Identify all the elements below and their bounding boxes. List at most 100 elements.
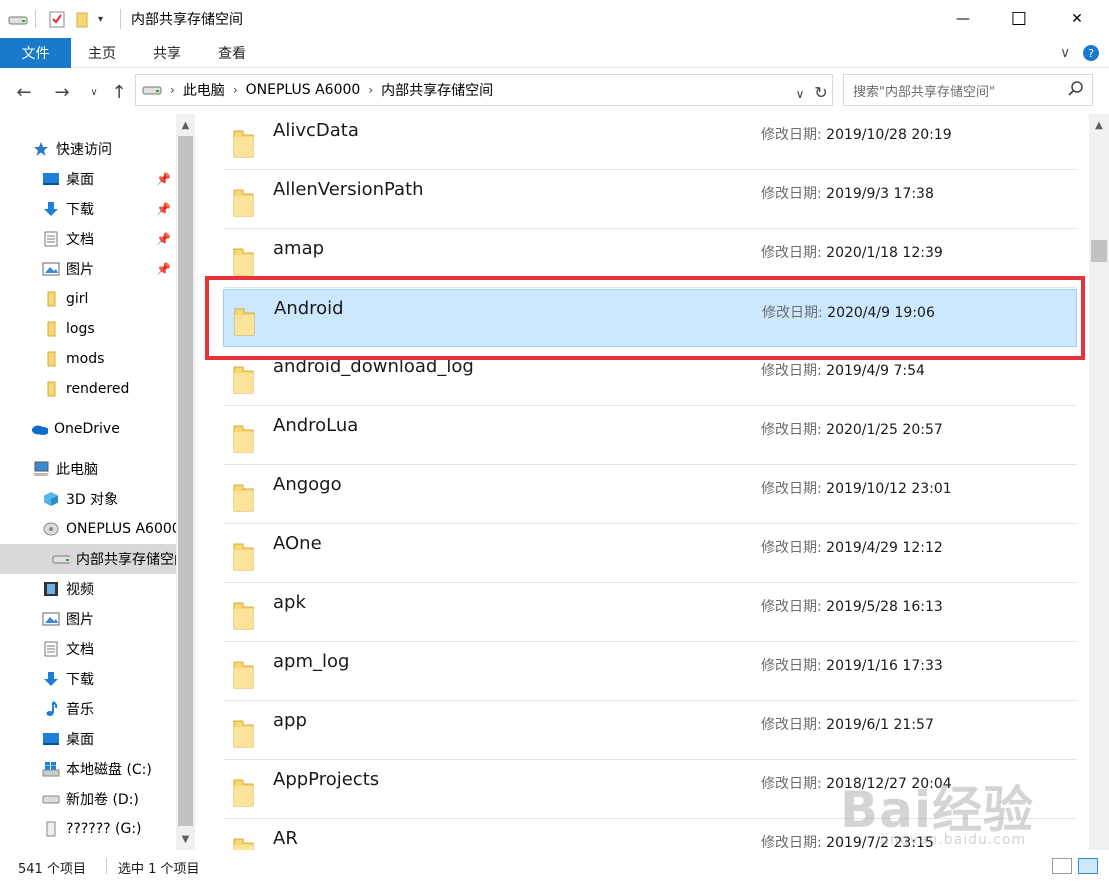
expand-ribbon-chevron-icon[interactable]: ∨ — [1060, 38, 1070, 68]
title-divider — [120, 9, 121, 29]
file-modified-date: 修改日期: 2019/7/2 23:15 — [761, 832, 934, 850]
sidebar-item-desktop-pinned[interactable]: 桌面 📌 — [0, 164, 176, 194]
sidebar-item-downloads[interactable]: 下载 — [0, 664, 176, 694]
tab-share[interactable]: 共享 — [153, 38, 181, 68]
file-modified-date: 修改日期: 2018/12/27 20:04 — [761, 773, 952, 793]
sidebar-item-logs[interactable]: logs — [0, 314, 176, 344]
scroll-up-arrow-icon[interactable]: ▲ — [176, 116, 195, 134]
file-modified-date: 修改日期: 2019/10/28 20:19 — [761, 124, 952, 144]
help-icon[interactable]: ? — [1082, 38, 1100, 68]
file-row[interactable]: apm_log 修改日期: 2019/1/16 17:33 — [223, 643, 1077, 701]
file-modified-date: 修改日期: 2020/1/25 20:57 — [761, 419, 943, 439]
search-input[interactable]: 搜索"内部共享存储空间" — [843, 74, 1093, 106]
modified-date-label: 修改日期: — [761, 422, 822, 438]
modified-date-value: 2019/7/2 23:15 — [826, 835, 934, 850]
sidebar-item-downloads-pinned[interactable]: 下载 📌 — [0, 194, 176, 224]
sidebar-item-desktop[interactable]: 桌面 — [0, 724, 176, 754]
pin-icon[interactable]: 📌 — [156, 202, 171, 216]
properties-icon[interactable] — [48, 9, 66, 29]
file-row[interactable]: apk 修改日期: 2019/5/28 16:13 — [223, 584, 1077, 642]
file-row[interactable]: AR 修改日期: 2019/7/2 23:15 — [223, 820, 1077, 850]
sidebar-item-onedrive[interactable]: OneDrive — [0, 414, 176, 444]
file-list-scroll-thumb[interactable] — [1091, 240, 1107, 262]
file-row[interactable]: AOne 修改日期: 2019/4/29 12:12 — [223, 525, 1077, 583]
file-row[interactable]: app 修改日期: 2019/6/1 21:57 — [223, 702, 1077, 760]
folder-icon — [231, 660, 255, 689]
pin-icon[interactable]: 📌 — [156, 172, 171, 186]
close-button[interactable]: ✕ — [1054, 0, 1100, 38]
scroll-up-arrow-icon[interactable]: ▲ — [1089, 116, 1109, 134]
sidebar-scroll-thumb[interactable] — [178, 136, 193, 826]
drive-icon[interactable] — [8, 9, 28, 29]
file-row[interactable]: Angogo 修改日期: 2019/10/12 23:01 — [223, 466, 1077, 524]
sidebar-item-pictures[interactable]: 图片 — [0, 604, 176, 634]
document-icon — [42, 641, 60, 657]
pin-icon[interactable]: 📌 — [156, 232, 171, 246]
file-name: AppProjects — [273, 769, 380, 790]
file-row[interactable]: AlivcData 修改日期: 2019/10/28 20:19 — [223, 114, 1077, 170]
sidebar-item-drive-g[interactable]: ?????? (G:) — [0, 814, 176, 844]
breadcrumb-chevron-icon[interactable]: › — [368, 83, 373, 97]
sidebar-item-this-pc[interactable]: 此电脑 — [0, 454, 176, 484]
search-icon[interactable] — [1068, 81, 1084, 101]
sidebar-item-quick-access[interactable]: 快速访问 — [0, 134, 176, 164]
file-name: AllenVersionPath — [273, 179, 424, 200]
address-bar[interactable]: › 此电脑 › ONEPLUS A6000 › 内部共享存储空间 — [135, 74, 833, 106]
back-arrow-icon[interactable]: ← — [12, 80, 36, 104]
phone-drive-icon — [42, 521, 60, 537]
file-list-scrollbar[interactable] — [1089, 114, 1109, 850]
sidebar-item-girl[interactable]: girl — [0, 284, 176, 314]
file-row[interactable]: AndroLua 修改日期: 2020/1/25 20:57 — [223, 407, 1077, 465]
tab-file[interactable]: 文件 — [0, 38, 71, 68]
new-folder-icon[interactable] — [75, 9, 89, 29]
refresh-icon[interactable]: ↻ — [809, 80, 833, 104]
sidebar-item-pictures-pinned[interactable]: 图片 📌 — [0, 254, 176, 284]
file-modified-date: 修改日期: 2019/6/1 21:57 — [761, 714, 934, 734]
folder-icon — [231, 247, 255, 276]
sidebar-item-documents-pinned[interactable]: 文档 📌 — [0, 224, 176, 254]
up-arrow-icon[interactable]: ↑ — [107, 80, 131, 104]
breadcrumb-storage[interactable]: 内部共享存储空间 — [381, 80, 493, 100]
modified-date-value: 2019/6/1 21:57 — [826, 717, 934, 733]
breadcrumb-chevron-icon[interactable]: › — [170, 83, 175, 97]
sidebar-item-drive-c[interactable]: 本地磁盘 (C:) — [0, 754, 176, 784]
modified-date-label: 修改日期: — [762, 305, 823, 321]
tab-view[interactable]: 查看 — [218, 38, 246, 68]
file-modified-date: 修改日期: 2019/10/12 23:01 — [761, 478, 952, 498]
sidebar-item-mods[interactable]: mods — [0, 344, 176, 374]
qa-divider — [35, 9, 36, 29]
file-row[interactable]: AllenVersionPath 修改日期: 2019/9/3 17:38 — [223, 171, 1077, 229]
details-view-icon[interactable] — [1052, 858, 1072, 874]
modified-date-value: 2020/1/18 12:39 — [826, 245, 943, 261]
sidebar-item-drive-d[interactable]: 新加卷 (D:) — [0, 784, 176, 814]
customize-qa-chevron-icon[interactable]: ▾ — [98, 9, 103, 29]
sidebar-item-internal-storage[interactable]: 内部共享存储空间 — [0, 544, 176, 574]
breadcrumb-device[interactable]: ONEPLUS A6000 — [246, 82, 361, 98]
sidebar-item-documents[interactable]: 文档 — [0, 634, 176, 664]
navigation-bar: ← → ∨ ↑ › 此电脑 › ONEPLUS A6000 › 内部共享存储空间… — [0, 68, 1109, 114]
pin-icon[interactable]: 📌 — [156, 262, 171, 276]
file-name: AR — [273, 828, 298, 849]
large-icons-view-icon[interactable] — [1078, 858, 1098, 874]
tab-home[interactable]: 主页 — [88, 38, 116, 68]
sidebar-item-3d-objects[interactable]: 3D 对象 — [0, 484, 176, 514]
sidebar-item-rendered[interactable]: rendered — [0, 374, 176, 404]
breadcrumb-this-pc[interactable]: 此电脑 — [183, 80, 225, 100]
scroll-down-arrow-icon[interactable]: ▼ — [176, 830, 195, 848]
file-row[interactable]: android_download_log 修改日期: 2019/4/9 7:54 — [223, 348, 1077, 406]
file-row[interactable]: Android 修改日期: 2020/4/9 19:06 — [223, 289, 1077, 347]
maximize-button[interactable]: ☐ — [996, 0, 1042, 38]
sidebar-item-music[interactable]: 音乐 — [0, 694, 176, 724]
modified-date-label: 修改日期: — [761, 717, 822, 733]
modified-date-value: 2019/9/3 17:38 — [826, 186, 934, 202]
file-row[interactable]: AppProjects 修改日期: 2018/12/27 20:04 — [223, 761, 1077, 819]
forward-arrow-icon[interactable]: → — [50, 80, 74, 104]
minimize-button[interactable]: — — [940, 0, 986, 38]
file-row[interactable]: amap 修改日期: 2020/1/18 12:39 — [223, 230, 1077, 288]
modified-date-value: 2019/4/9 7:54 — [826, 363, 925, 379]
sidebar-item-oneplus[interactable]: ONEPLUS A6000 — [0, 514, 176, 544]
selection-count: 选中 1 个项目 — [118, 862, 200, 877]
recent-locations-chevron-icon[interactable]: ∨ — [82, 80, 106, 104]
sidebar-item-videos[interactable]: 视频 — [0, 574, 176, 604]
breadcrumb-chevron-icon[interactable]: › — [233, 83, 238, 97]
